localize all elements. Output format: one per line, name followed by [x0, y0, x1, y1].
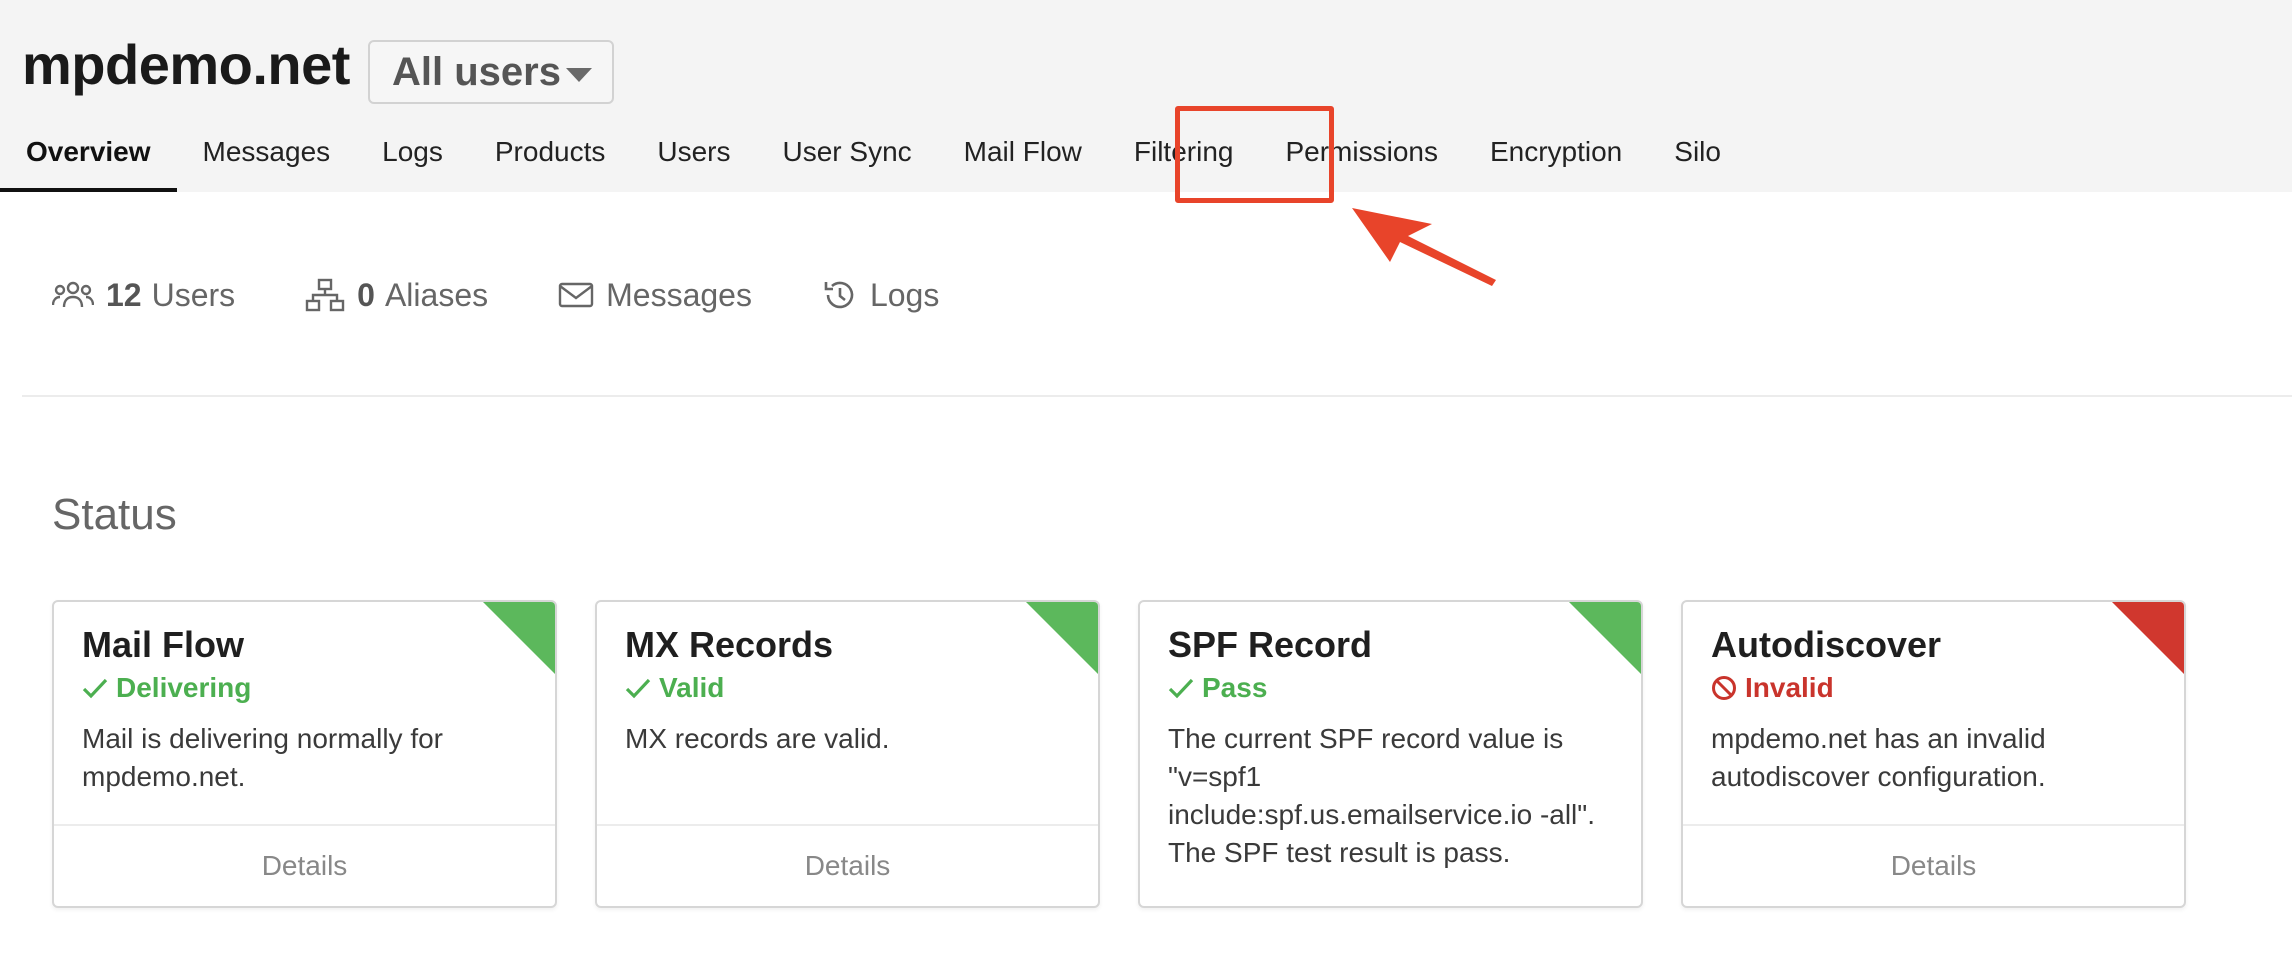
card-status-label: Delivering: [116, 672, 252, 703]
card-status: Invalid: [1711, 672, 1834, 704]
details-link[interactable]: Details: [1683, 824, 2184, 906]
details-link[interactable]: Details: [597, 824, 1098, 906]
user-filter-dropdown[interactable]: All users: [368, 40, 614, 104]
card-status-label: Valid: [659, 672, 725, 703]
card-status-label: Invalid: [1745, 672, 1834, 703]
card-status-label: Pass: [1202, 672, 1268, 703]
tab-users[interactable]: Users: [631, 122, 756, 192]
status-ok-corner: [1569, 602, 1641, 674]
logs-stat-link[interactable]: Logs: [822, 277, 939, 314]
users-icon: [52, 281, 94, 308]
checkmark-icon: [625, 678, 651, 699]
tab-messages[interactable]: Messages: [177, 122, 357, 192]
annotation-arrow-icon: [1352, 208, 1496, 286]
aliases-count: 0: [357, 276, 375, 313]
ban-icon: [1712, 676, 1736, 700]
stats-row: 12 Users 0 Aliases Messages Logs: [52, 270, 1009, 320]
tab-products[interactable]: Products: [469, 122, 632, 192]
tab-mail-flow[interactable]: Mail Flow: [938, 122, 1108, 192]
checkmark-icon: [82, 678, 108, 699]
status-card-spf-record: SPF Record Pass The current SPF record v…: [1138, 600, 1643, 908]
users-stat-link[interactable]: 12 Users: [52, 277, 235, 314]
checkmark-icon: [1168, 678, 1194, 699]
status-card-mail-flow: Mail Flow Delivering Mail is delivering …: [52, 600, 557, 908]
chevron-down-icon: [566, 68, 592, 82]
tab-user-sync[interactable]: User Sync: [757, 122, 938, 192]
tab-logs[interactable]: Logs: [356, 122, 469, 192]
header-bar: mpdemo.net All users Overview Messages L…: [0, 0, 2292, 192]
card-description: mpdemo.net has an invalid autodiscover c…: [1711, 723, 2046, 792]
status-ok-corner: [1026, 602, 1098, 674]
section-divider: [22, 395, 2292, 397]
tab-silo[interactable]: Silo: [1648, 122, 1747, 192]
messages-stat-link[interactable]: Messages: [558, 277, 752, 314]
annotation-highlight-box: [1175, 106, 1334, 203]
sitemap-icon: [305, 278, 345, 312]
tab-overview[interactable]: Overview: [0, 122, 177, 192]
status-error-corner: [2112, 602, 2184, 674]
card-description: Mail is delivering normally for mpdemo.n…: [82, 723, 444, 792]
tab-encryption[interactable]: Encryption: [1464, 122, 1648, 192]
logs-label: Logs: [869, 276, 940, 313]
status-card-mx-records: MX Records Valid MX records are valid. D…: [595, 600, 1100, 908]
details-link[interactable]: Details: [54, 824, 555, 906]
user-filter-value: All users: [392, 49, 561, 94]
status-ok-corner: [483, 602, 555, 674]
card-title: SPF Record: [1168, 624, 1373, 665]
page-title: mpdemo.net: [22, 33, 350, 96]
status-heading: Status: [52, 490, 177, 539]
card-title: Autodiscover: [1711, 624, 1942, 665]
card-status: Pass: [1168, 672, 1267, 704]
card-description: The current SPF record value is "v=spf1 …: [1168, 723, 1595, 868]
users-count: 12: [106, 276, 142, 313]
card-status: Delivering: [82, 672, 251, 704]
history-icon: [824, 281, 854, 309]
aliases-label: Aliases: [384, 276, 489, 313]
card-title: Mail Flow: [82, 624, 244, 665]
envelope-icon: [558, 282, 594, 308]
status-card-autodiscover: Autodiscover Invalid mpdemo.net has an i…: [1681, 600, 2186, 908]
users-label: Users: [151, 276, 236, 313]
tab-bar: Overview Messages Logs Products Users Us…: [0, 122, 1747, 192]
messages-label: Messages: [606, 276, 752, 313]
card-title: MX Records: [625, 624, 834, 665]
card-description: MX records are valid.: [625, 723, 890, 754]
card-status: Valid: [625, 672, 724, 704]
aliases-stat-link[interactable]: 0 Aliases: [305, 277, 488, 314]
